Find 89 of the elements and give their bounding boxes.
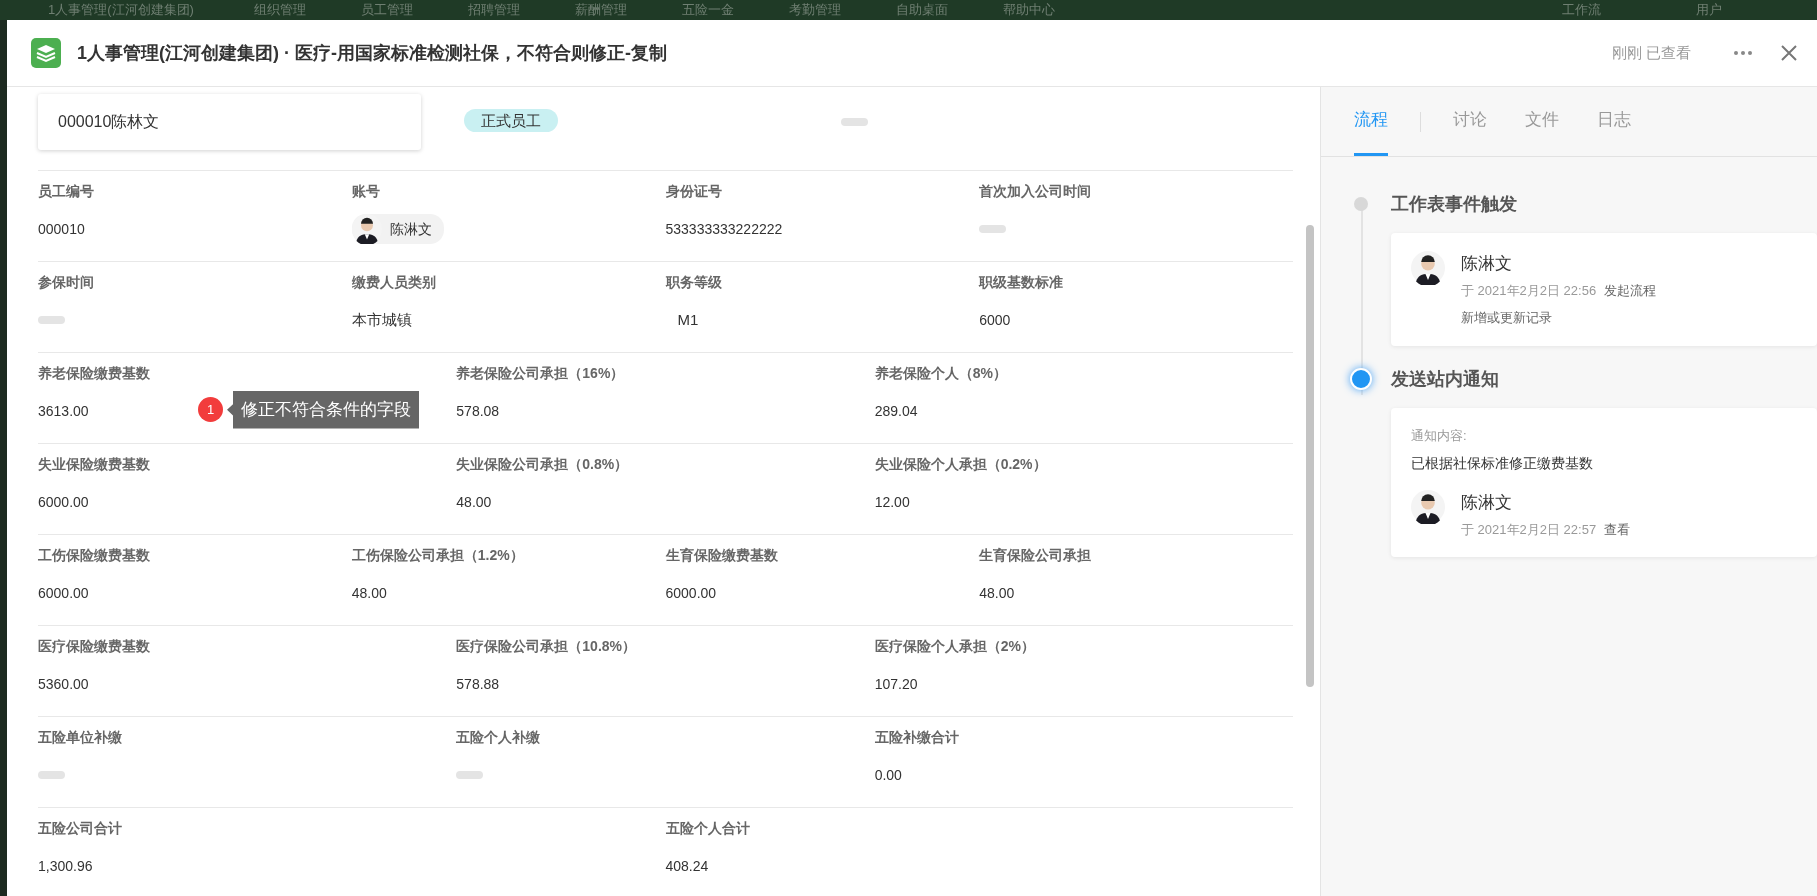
field-label: 参保时间 (38, 273, 95, 292)
tab[interactable]: 文件 (1525, 87, 1559, 156)
field-label: 失业保险公司承担（0.8%） (456, 455, 630, 474)
field-label: 五险个人补缴 (456, 728, 542, 747)
field-value: 408.24 (665, 856, 709, 876)
field-label: 医疗保险公司承担（10.8%） (456, 637, 638, 656)
field-label: 医疗保险个人承担（2%） (874, 637, 1036, 656)
field-value: 48.00 (351, 583, 387, 603)
nav-item[interactable]: 帮助中心 (1002, 0, 1055, 20)
field-value: 6000.00 (38, 583, 89, 603)
nav-item[interactable]: 员工管理 (360, 0, 413, 20)
field-label: 生育保险缴费基数 (665, 546, 779, 565)
record-title: 000010陈林文 (38, 93, 421, 150)
avatar (1411, 490, 1445, 524)
nav-item[interactable]: 考勤管理 (788, 0, 841, 20)
field-value: 6000 (979, 310, 1011, 330)
field-label: 缴费人员类别 (351, 273, 437, 292)
field-value: 6000.00 (665, 583, 717, 603)
field-label: 生育保险公司承担 (979, 546, 1093, 565)
field-value: 48.00 (456, 492, 492, 512)
app-icon (31, 38, 61, 68)
field-label: 身份证号 (665, 182, 723, 201)
field-value: 48.00 (979, 583, 1015, 603)
field-label: 医疗保险缴费基数 (38, 637, 151, 656)
user-name: 陈淋文 (1461, 492, 1513, 514)
tooltip: 修正不符合条件的字段 (227, 391, 419, 429)
field-value: 000010 (38, 219, 85, 239)
app-name[interactable]: 1人事管理(江河创建集团) (48, 0, 194, 20)
field-label: 账号 (351, 182, 381, 201)
tab[interactable]: 日志 (1597, 87, 1631, 156)
field-label: 职务等级 (665, 273, 723, 292)
empty-value (456, 771, 484, 779)
field-value: 107.20 (874, 674, 918, 694)
field-label: 五险补缴合计 (874, 728, 960, 747)
empty-value (979, 225, 1007, 233)
field-label: 养老保险公司承担（16%） (456, 364, 626, 383)
user-name: 陈淋文 (1461, 253, 1513, 275)
timestamp: 于 2021年2月2日 22:56 (1461, 282, 1597, 298)
view-status: 刚刚 已查看 (1611, 42, 1691, 63)
field-value: 578.88 (456, 674, 500, 694)
more-icon[interactable] (1733, 50, 1753, 56)
field-label: 五险单位补缴 (38, 728, 123, 747)
field-label: 失业保险个人承担（0.2%） (874, 455, 1048, 474)
empty-value (38, 771, 65, 779)
nav-item[interactable]: 工作流 (1562, 0, 1601, 20)
field-value: 289.04 (874, 401, 918, 421)
close-icon[interactable] (1781, 45, 1797, 61)
status-tag: 正式员工 (464, 109, 558, 133)
field-value: M1 (677, 309, 699, 330)
field-label: 养老保险个人（8%） (874, 364, 1008, 383)
field-value: 3613.00 (38, 401, 89, 421)
tab[interactable]: 讨论 (1453, 87, 1487, 156)
field-value: 0.00 (874, 765, 902, 785)
field-label: 职级基数标准 (979, 273, 1065, 292)
field-value: 本市城镇 (351, 309, 412, 330)
field-label: 工伤保险缴费基数 (38, 546, 151, 565)
field-value: 578.08 (456, 401, 500, 421)
field-value: 533333333222222 (665, 219, 783, 239)
nav-item[interactable]: 用户 (1696, 0, 1722, 20)
message-text: 已根据社保标准修正缴费基数 (1411, 454, 1594, 473)
nav-item[interactable]: 组织管理 (253, 0, 306, 20)
empty-value (841, 118, 868, 126)
nav-item[interactable]: 招聘管理 (467, 0, 520, 20)
field-label: 工伤保险公司承担（1.2%） (351, 546, 525, 565)
event-note: 新增或更新记录 (1461, 309, 1553, 327)
field-label: 养老保险缴费基数 (38, 364, 151, 383)
scrollbar[interactable] (1306, 225, 1314, 687)
field-label: 首次加入公司时间 (979, 182, 1093, 201)
field-value: 1,300.96 (38, 856, 93, 876)
step-badge: 1 (198, 397, 223, 423)
avatar (1411, 251, 1445, 285)
action-text: 发起流程 (1604, 282, 1657, 298)
nav-item[interactable]: 薪酬管理 (574, 0, 627, 20)
step-title: 工作表事件触发 (1391, 193, 1518, 216)
tab[interactable]: 流程 (1354, 87, 1388, 156)
nav-item[interactable]: 自助桌面 (895, 0, 948, 20)
field-label: 五险公司合计 (38, 819, 123, 838)
caption-label: 通知内容: (1411, 426, 1468, 445)
empty-value (38, 316, 65, 324)
field-value: 12.00 (874, 492, 910, 512)
action-text: 查看 (1604, 521, 1631, 537)
dialog-title: 1人事管理(江河创建集团) · 医疗-用国家标准检测社保，不符合则修正-复制 (77, 41, 667, 65)
field-label: 五险个人合计 (665, 819, 751, 838)
field-value: 5360.00 (38, 674, 89, 694)
field-label: 失业保险缴费基数 (38, 455, 151, 474)
timestamp: 于 2021年2月2日 22:57 (1461, 521, 1597, 537)
field-label: 员工编号 (38, 182, 95, 201)
field-value: 6000.00 (38, 492, 89, 512)
step-title: 发送站内通知 (1391, 367, 1500, 391)
